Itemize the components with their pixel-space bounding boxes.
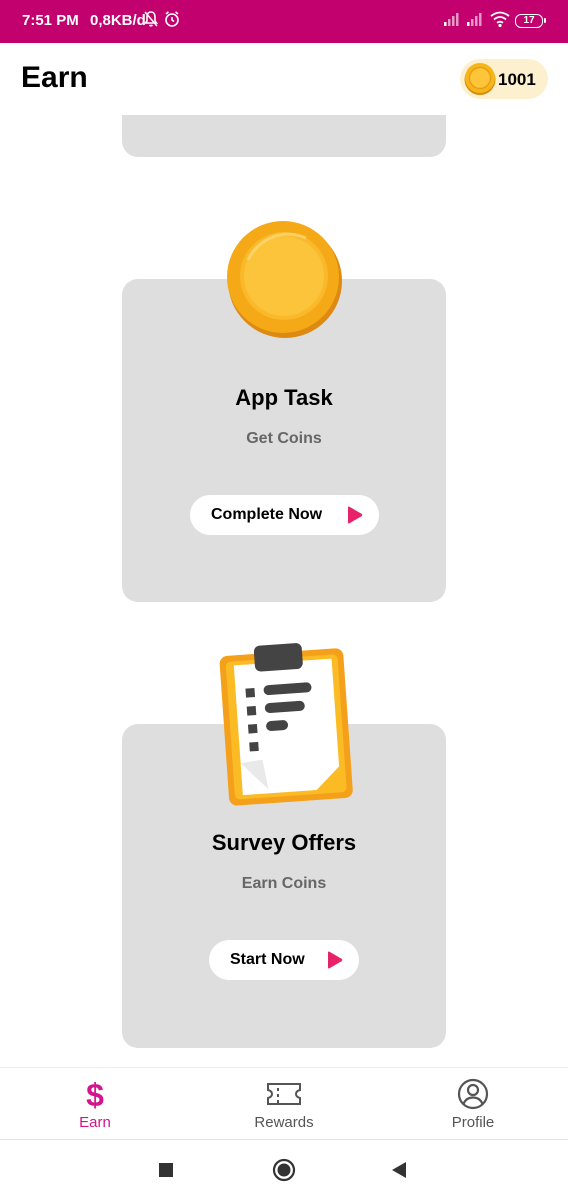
nav-label: Profile — [451, 1114, 495, 1131]
card-title: Survey Offers — [211, 830, 357, 855]
svg-text:$: $ — [86, 1078, 104, 1110]
nav-rewards[interactable]: Rewards — [189, 1068, 379, 1140]
coin-balance-badge[interactable]: 1001 — [460, 59, 548, 99]
play-icon — [348, 506, 363, 524]
coin-icon — [227, 221, 342, 338]
button-label: Complete Now — [211, 506, 323, 523]
clipboard-icon — [219, 643, 353, 806]
system-nav-bar — [0, 1140, 568, 1200]
offer-card-partial[interactable] — [122, 115, 446, 157]
button-label: Start Now — [230, 951, 305, 968]
start-now-button[interactable]: Start Now — [209, 940, 359, 980]
bottom-nav: $ Earn Rewards Profile — [0, 1067, 568, 1140]
status-net-speed: 0,8KB/d — [90, 12, 146, 29]
nav-profile[interactable]: Profile — [378, 1068, 568, 1140]
nav-label: Rewards — [254, 1114, 314, 1131]
mute-bell-icon — [143, 11, 159, 27]
alarm-icon — [165, 11, 179, 27]
signal-icon — [444, 13, 459, 26]
nav-earn[interactable]: $ Earn — [0, 1068, 190, 1140]
profile-icon — [457, 1078, 489, 1110]
card-subtitle: Earn Coins — [241, 875, 327, 892]
nav-label: Earn — [79, 1114, 111, 1131]
battery-icon: 17 — [515, 14, 546, 28]
recents-square-icon[interactable] — [158, 1162, 174, 1178]
complete-now-button[interactable]: Complete Now — [190, 495, 379, 535]
status-bar: 7:51 PM 0,8KB/d 17 — [0, 0, 568, 43]
coin-balance: 1001 — [498, 70, 536, 89]
app-bar: Earn 1001 — [0, 43, 568, 115]
back-triangle-icon[interactable] — [390, 1160, 408, 1180]
play-icon — [328, 951, 343, 969]
coin-icon — [464, 63, 496, 95]
status-time: 7:51 PM — [22, 12, 79, 29]
wifi-icon — [490, 11, 510, 28]
dollar-icon: $ — [86, 1078, 104, 1110]
ticket-icon — [267, 1083, 301, 1105]
home-circle-icon[interactable] — [272, 1158, 296, 1182]
signal-icon — [467, 13, 482, 26]
page-title: Earn — [21, 61, 88, 94]
card-subtitle: Get Coins — [246, 430, 322, 447]
card-title: App Task — [235, 385, 333, 410]
